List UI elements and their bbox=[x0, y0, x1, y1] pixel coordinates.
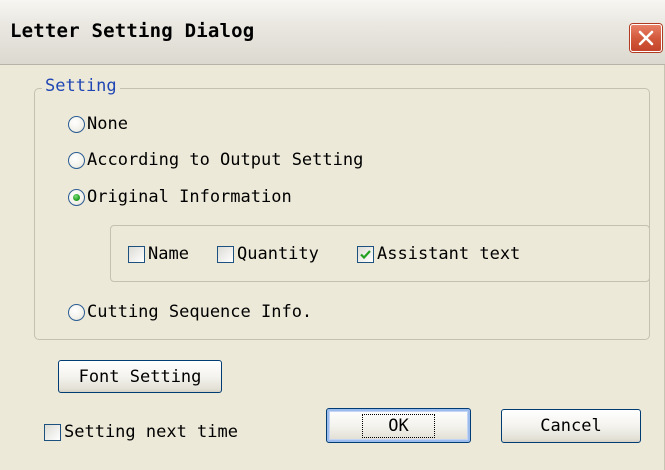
checkbox[interactable] bbox=[44, 423, 61, 441]
checkbox-setting-next-time[interactable]: Setting next time bbox=[44, 420, 238, 444]
close-button[interactable] bbox=[630, 24, 662, 52]
checkbox-label-quantity: Quantity bbox=[237, 244, 319, 264]
checkbox[interactable] bbox=[128, 245, 145, 263]
radio-original-information[interactable]: Original Information bbox=[68, 185, 292, 209]
radio-output-setting[interactable]: According to Output Setting bbox=[68, 148, 363, 172]
radio-button-selected[interactable] bbox=[68, 188, 85, 206]
close-icon bbox=[638, 30, 654, 46]
cancel-button[interactable]: Cancel bbox=[501, 409, 641, 443]
checkbox-assistant-text[interactable]: Assistant text bbox=[357, 242, 520, 266]
checkbox-quantity[interactable]: Quantity bbox=[217, 242, 319, 266]
font-setting-label: Font Setting bbox=[78, 366, 202, 387]
cancel-label: Cancel bbox=[540, 416, 602, 436]
letter-setting-dialog: Letter Setting Dialog Setting None Accor… bbox=[0, 0, 665, 470]
checkbox-name[interactable]: Name bbox=[128, 242, 189, 266]
ok-label: OK bbox=[362, 413, 435, 438]
radio-button[interactable] bbox=[68, 151, 85, 169]
ok-button[interactable]: OK bbox=[326, 408, 471, 443]
checkbox-label-assistant-text: Assistant text bbox=[377, 244, 521, 264]
radio-label-output-setting: According to Output Setting bbox=[87, 150, 364, 170]
checkbox-label-setting-next-time: Setting next time bbox=[64, 422, 238, 442]
font-setting-button[interactable]: Font Setting bbox=[58, 360, 222, 393]
checkbox-label-name: Name bbox=[148, 244, 189, 264]
checkbox-checked[interactable] bbox=[357, 245, 374, 263]
setting-group-legend: Setting bbox=[42, 76, 120, 96]
radio-label-original-information: Original Information bbox=[87, 187, 292, 207]
radio-none[interactable]: None bbox=[68, 112, 128, 136]
check-icon bbox=[360, 249, 371, 259]
dialog-title: Letter Setting Dialog bbox=[10, 20, 255, 42]
radio-label-none: None bbox=[87, 114, 128, 134]
title-bar[interactable]: Letter Setting Dialog bbox=[0, 0, 665, 65]
radio-button[interactable] bbox=[68, 303, 85, 321]
radio-label-cutting-sequence: Cutting Sequence Info. bbox=[87, 302, 313, 322]
checkbox[interactable] bbox=[217, 245, 234, 263]
radio-button[interactable] bbox=[68, 115, 85, 133]
radio-cutting-sequence[interactable]: Cutting Sequence Info. bbox=[68, 300, 312, 324]
